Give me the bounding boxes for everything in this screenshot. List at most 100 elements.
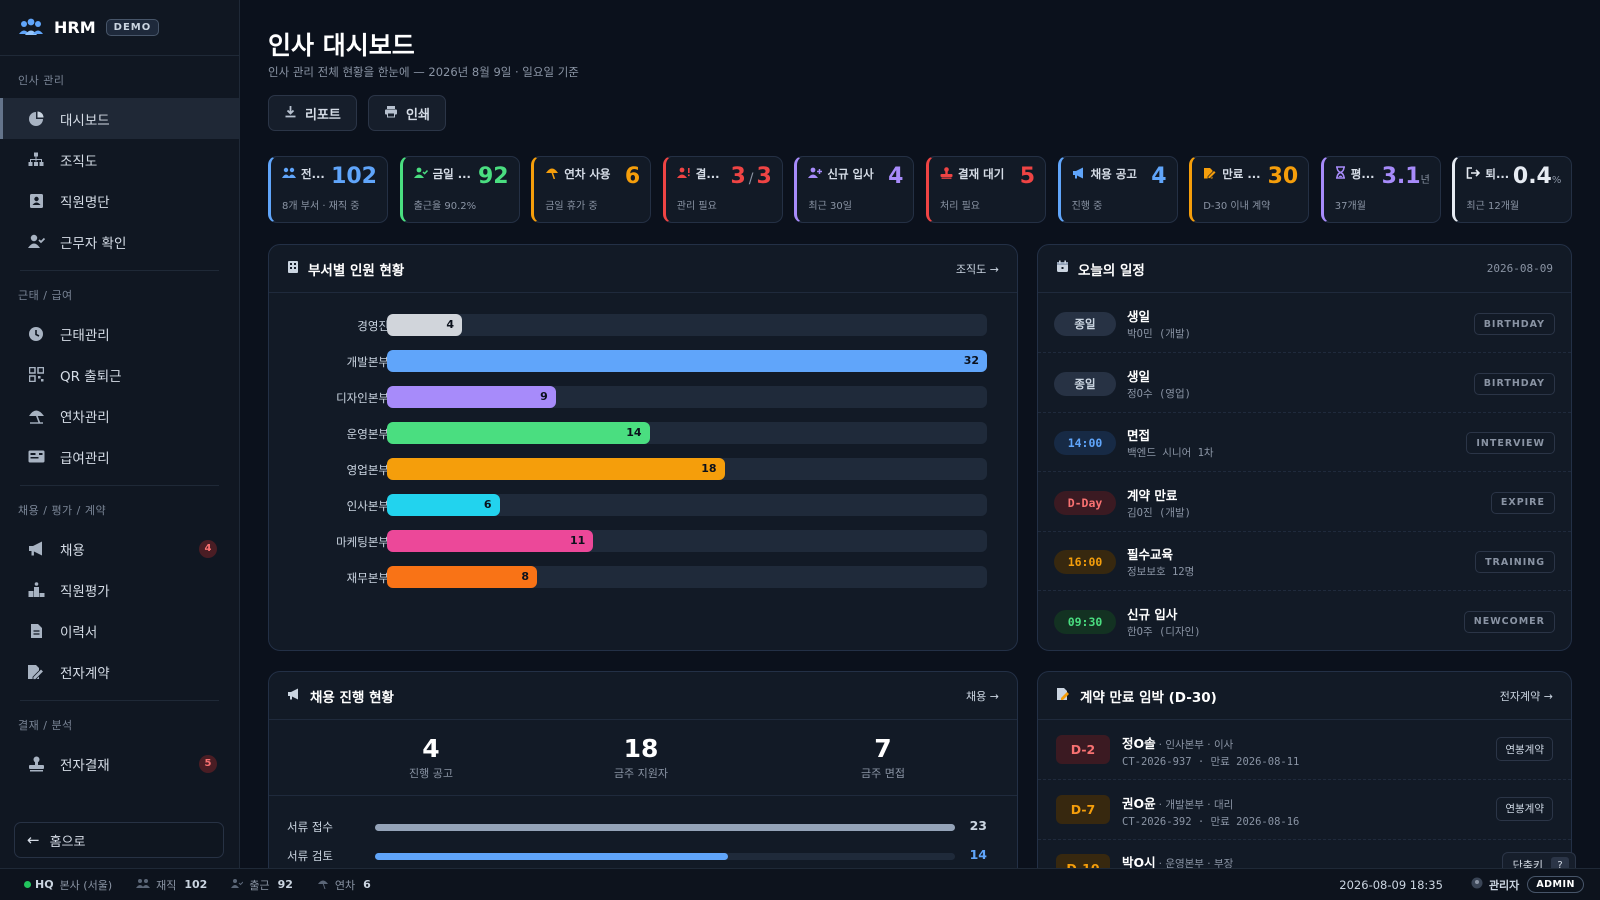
sidebar-item-label: 전자계약 [60, 665, 110, 682]
report-button[interactable]: 리포트 [268, 95, 357, 131]
kpi-card[interactable]: 신규 입사 4 최근 30일 [794, 156, 915, 223]
kpi-card[interactable]: 평... 3.1년 37개월 [1320, 156, 1441, 223]
beach-umbrella-icon [317, 878, 329, 892]
recruit-panel: 채용 진행 현황 채용 → 4 진행 공고 18 금주 지원자 7 금주 면접 … [268, 671, 1018, 900]
stat-open-postings: 4 진행 공고 [341, 734, 521, 781]
recruit-link[interactable]: 채용 → [966, 688, 999, 704]
dept-name: 마케팅본부 [336, 535, 389, 549]
kpi-sub: 출근율 90.2% [413, 201, 477, 212]
contract-item[interactable]: D-7 권O윤 · 개발본부 · 대리 CT-2026-392 · 만료 2026… [1038, 781, 1571, 840]
kpi-card[interactable]: 결... 3/3 관리 필요 [662, 156, 783, 223]
sidebar-item-label: 연차관리 [60, 409, 110, 426]
dept-panel: 부서별 인원 현황 조직도 → 경영진 4 개발본부 32 디자인본부 9 운영… [268, 244, 1018, 651]
schedule-detail: 한O주 (디자인) [1127, 625, 1201, 638]
kpi-label: 퇴... [1485, 167, 1510, 181]
org-chart-link[interactable]: 조직도 → [956, 261, 999, 277]
schedule-title: 생일 [1127, 309, 1151, 324]
beach-umbrella-icon [545, 167, 559, 182]
kpi-sub: 8개 부서 · 재직 중 [282, 201, 360, 212]
dept-name: 개발본부 [346, 355, 389, 369]
nav-divider [20, 485, 219, 486]
kpi-row: 전... 102 8개 부서 · 재직 중 금일 ... 92 출근율 90.2… [268, 156, 1573, 223]
kpi-value: 3 [730, 164, 746, 189]
schedule-item[interactable]: 종일 생일 박O민 (개발) BIRTHDAY [1038, 294, 1571, 353]
dept-name: 영업본부 [346, 463, 389, 477]
schedule-item[interactable]: D-Day 계약 만료 김O진 (개발) EXPIRE [1038, 473, 1571, 532]
home-button[interactable]: ← 홈으로 [14, 822, 224, 858]
kpi-card[interactable]: 채용 공고 4 진행 중 [1057, 156, 1178, 223]
stat-weekly-applicants: 18 금주 지원자 [551, 734, 731, 781]
kpi-card[interactable]: 연차 사용 6 금일 휴가 중 [531, 156, 652, 223]
sidebar-item[interactable]: 전자결재 5 [0, 743, 239, 784]
kpi-unit: % [1551, 175, 1562, 186]
megaphone-icon [1072, 167, 1086, 182]
sidebar-item[interactable]: 직원명단 [0, 180, 239, 221]
schedule-item[interactable]: 16:00 필수교육 정보보호 12명 TRAINING [1038, 532, 1571, 591]
schedule-item[interactable]: 09:30 신규 입사 한O주 (디자인) NEWCOMER [1038, 592, 1571, 651]
signature-icon [1056, 687, 1071, 705]
schedule-item[interactable]: 14:00 면접 백엔드 시니어 1차 INTERVIEW [1038, 413, 1571, 472]
schedule-title: 생일 [1127, 368, 1151, 384]
sidebar-item[interactable]: QR 출퇴근 [0, 354, 239, 395]
megaphone-icon [287, 688, 301, 704]
sidebar-item-label: 조직도 [60, 153, 98, 170]
dept-bar[interactable]: 4 [387, 314, 462, 336]
sidebar-item[interactable]: 이력서 [0, 610, 239, 651]
sidebar-item[interactable]: 근무자 확인 [0, 221, 239, 262]
kpi-card[interactable]: 전... 102 8개 부서 · 재직 중 [268, 156, 388, 223]
dept-bar-chart: 경영진 4 개발본부 32 디자인본부 9 운영본부 14 영업본부 18 인사… [269, 314, 1017, 604]
sidebar-item[interactable]: 채용 4 [0, 528, 239, 569]
schedule-detail: 백엔드 시니어 1차 [1127, 447, 1214, 459]
sidebar-item[interactable]: 전자계약 [0, 651, 239, 692]
contract-item[interactable]: D-2 정O솔 · 인사본부 · 이사 CT-2026-937 · 만료 2026… [1038, 721, 1571, 780]
dept-bar-value: 9 [540, 390, 548, 403]
kpi-card[interactable]: 금일 ... 92 출근율 90.2% [399, 156, 520, 223]
schedule-item[interactable]: 종일 생일 정O수 (영업) BIRTHDAY [1038, 354, 1571, 413]
dept-bar[interactable]: 14 [387, 422, 650, 444]
kpi-label: 만료 ... [1222, 167, 1261, 181]
contracts-link[interactable]: 전자계약 → [1500, 688, 1553, 704]
employed-value: 102 [184, 878, 208, 891]
kpi-card[interactable]: 만료 ... 30 D-30 이내 계약 [1189, 156, 1310, 223]
sidebar-item-label: 직원평가 [60, 583, 110, 600]
dept-bar-row: 재무본부 8 [269, 566, 1017, 588]
employee-meta: · 개발본부 · 대리 [1158, 798, 1234, 811]
dept-bar[interactable]: 6 [387, 494, 500, 516]
user-check-icon [231, 878, 244, 891]
schedule-tag: INTERVIEW [1466, 432, 1555, 454]
dept-bar[interactable]: 9 [387, 386, 556, 408]
user-check-icon [413, 167, 428, 181]
sidebar-item[interactable]: 근태관리 [0, 313, 239, 354]
page-title: 인사 대시보드 [268, 31, 415, 60]
current-user[interactable]: 관리자 [1489, 877, 1519, 893]
stat-value: 18 [623, 734, 659, 763]
user-alert-icon [676, 167, 691, 181]
dept-bar[interactable]: 32 [387, 350, 987, 372]
stat-label: 금주 지원자 [613, 767, 669, 780]
sidebar-item[interactable]: 연차관리 [0, 395, 239, 436]
brand[interactable]: HRM DEMO [0, 0, 239, 56]
sidebar-item[interactable]: 조직도 [0, 139, 239, 180]
sidebar-item-label: 채용 [60, 542, 85, 559]
kpi-label: 채용 공고 [1090, 167, 1137, 181]
kpi-value: 4 [1151, 164, 1167, 189]
sidebar-item[interactable]: 직원평가 [0, 569, 239, 610]
dday-badge: D-2 [1056, 735, 1110, 764]
download-icon [284, 105, 297, 122]
dept-bar[interactable]: 18 [387, 458, 725, 480]
dept-bar-value: 32 [963, 354, 979, 367]
kpi-card[interactable]: 퇴... 0.4% 최근 12개월 [1452, 156, 1573, 223]
print-button[interactable]: 인쇄 [368, 95, 446, 131]
sidebar-item[interactable]: 급여관리 [0, 436, 239, 477]
kpi-sub: D-30 이내 계약 [1203, 201, 1271, 212]
dept-bar[interactable]: 8 [387, 566, 537, 588]
role-badge: ADMIN [1527, 876, 1584, 893]
dept-panel-title: 부서별 인원 현황 [308, 262, 405, 279]
schedule-tag: BIRTHDAY [1473, 372, 1555, 395]
sidebar-item[interactable]: 대시보드 [0, 98, 239, 139]
schedule-detail: 정O수 (영업) [1127, 387, 1191, 400]
kpi-card[interactable]: 결재 대기 5 처리 필요 [926, 156, 1046, 223]
users-icon [136, 878, 151, 891]
dept-bar[interactable]: 11 [387, 530, 594, 552]
hourglass-icon [1335, 166, 1346, 182]
